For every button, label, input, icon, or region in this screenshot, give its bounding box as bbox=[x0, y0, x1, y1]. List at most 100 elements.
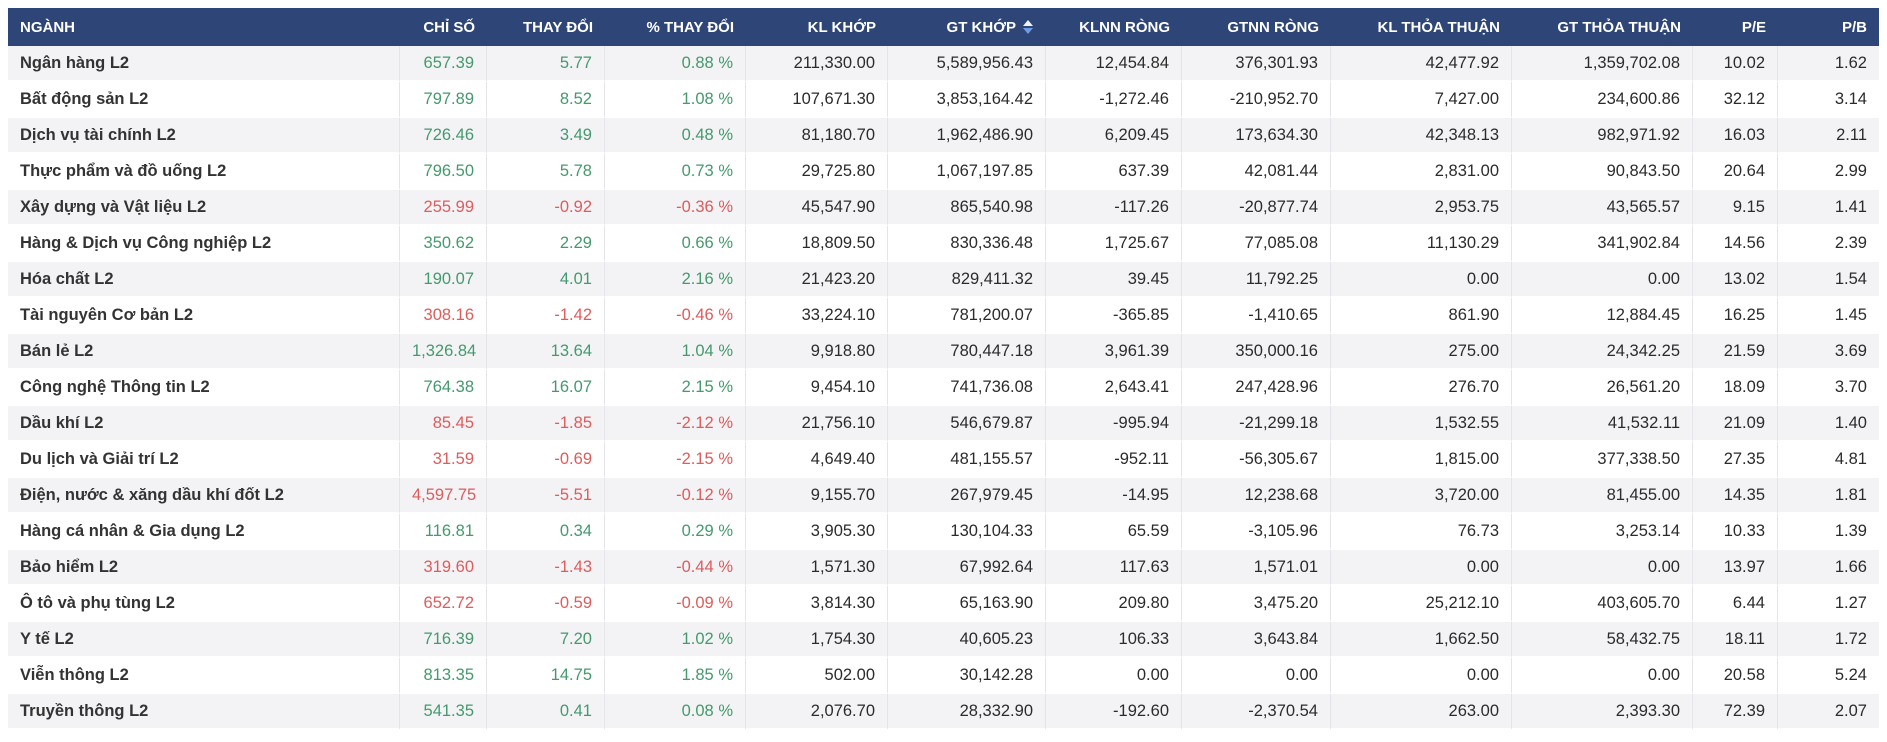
pe-cell: 14.35 bbox=[1693, 478, 1778, 514]
table-row[interactable]: Hàng & Dịch vụ Công nghiệp L2 350.62 2.29 0… bbox=[8, 226, 1879, 262]
pe-cell: 6.44 bbox=[1693, 586, 1778, 622]
table-row[interactable]: Xây dựng và Vật liệu L2 255.99 -0.92 -0.36 … bbox=[8, 190, 1879, 226]
thay_doi-cell: -0.92 bbox=[487, 190, 605, 226]
sector-name-cell: Dầu khí L2 bbox=[8, 406, 400, 442]
column-header-label: GTNN RÒNG bbox=[1227, 18, 1319, 36]
table-row[interactable]: Bán lẻ L2 1,326.84 13.64 1.04 % 9,918.80 780,… bbox=[8, 334, 1879, 370]
pct-cell: 0.66 % bbox=[605, 226, 746, 262]
pb-cell: 3.70 bbox=[1778, 370, 1879, 406]
gt_tt-cell: 377,338.50 bbox=[1512, 442, 1693, 478]
kl_tt-cell: 1,815.00 bbox=[1331, 442, 1512, 478]
pe-cell: 13.02 bbox=[1693, 262, 1778, 298]
kl_tt-cell: 263.00 bbox=[1331, 694, 1512, 730]
gtnn-cell: 350,000.16 bbox=[1182, 334, 1331, 370]
klnn-cell: 12,454.84 bbox=[1046, 46, 1182, 82]
kl_khop-cell: 211,330.00 bbox=[746, 46, 888, 82]
table-row[interactable]: Bất động sản L2 797.89 8.52 1.08 % 107,671.3… bbox=[8, 82, 1879, 118]
sector-name-cell: Truyền thông L2 bbox=[8, 694, 400, 730]
thay_doi-cell: 14.75 bbox=[487, 658, 605, 694]
column-header-kl_tt[interactable]: KL THỎA THUẬN bbox=[1331, 8, 1512, 46]
column-header-label: GT KHỚP bbox=[946, 18, 1016, 36]
sector-name-cell: Bảo hiểm L2 bbox=[8, 550, 400, 586]
gt_tt-cell: 3,253.14 bbox=[1512, 514, 1693, 550]
table-row[interactable]: Viễn thông L2 813.35 14.75 1.85 % 502.00 30,1… bbox=[8, 658, 1879, 694]
sector-name-cell: Công nghệ Thông tin L2 bbox=[8, 370, 400, 406]
pb-cell: 3.14 bbox=[1778, 82, 1879, 118]
kl_tt-cell: 0.00 bbox=[1331, 550, 1512, 586]
table-row[interactable]: Hàng cá nhân & Gia dụng L2 116.81 0.34 0.29… bbox=[8, 514, 1879, 550]
kl_khop-cell: 9,454.10 bbox=[746, 370, 888, 406]
column-header-label: GT THỎA THUẬN bbox=[1557, 18, 1681, 36]
kl_tt-cell: 76.73 bbox=[1331, 514, 1512, 550]
pct-cell: 0.48 % bbox=[605, 118, 746, 154]
column-header-gt_tt[interactable]: GT THỎA THUẬN bbox=[1512, 8, 1693, 46]
pct-cell: -0.12 % bbox=[605, 478, 746, 514]
column-header-kl_khop[interactable]: KL KHỚP bbox=[746, 8, 888, 46]
pe-cell: 10.02 bbox=[1693, 46, 1778, 82]
table-row[interactable]: Hóa chất L2 190.07 4.01 2.16 % 21,423.20 829,… bbox=[8, 262, 1879, 298]
chi_so-cell: 716.39 bbox=[400, 622, 487, 658]
table-row[interactable]: Tài nguyên Cơ bản L2 308.16 -1.42 -0.46 % 33… bbox=[8, 298, 1879, 334]
column-header-label: P/E bbox=[1741, 18, 1766, 36]
column-header-pb[interactable]: P/B bbox=[1778, 8, 1879, 46]
column-header-pe[interactable]: P/E bbox=[1693, 8, 1778, 46]
chi_so-cell: 319.60 bbox=[400, 550, 487, 586]
gt_khop-cell: 481,155.57 bbox=[888, 442, 1046, 478]
pe-cell: 21.09 bbox=[1693, 406, 1778, 442]
sector-name-cell: Hàng & Dịch vụ Công nghiệp L2 bbox=[8, 226, 400, 262]
table-row[interactable]: Ngân hàng L2 657.39 5.77 0.88 % 211,330.00 5,… bbox=[8, 46, 1879, 82]
pb-cell: 1.66 bbox=[1778, 550, 1879, 586]
column-header-klnn[interactable]: KLNN RÒNG bbox=[1046, 8, 1182, 46]
column-header-thay_doi[interactable]: THAY ĐỔI bbox=[487, 8, 605, 46]
gtnn-cell: 11,792.25 bbox=[1182, 262, 1331, 298]
gtnn-cell: 77,085.08 bbox=[1182, 226, 1331, 262]
column-header-label: KL KHỚP bbox=[807, 18, 876, 36]
table-row[interactable]: Điện, nước & xăng dầu khí đốt L2 4,597.75… bbox=[8, 478, 1879, 514]
klnn-cell: 39.45 bbox=[1046, 262, 1182, 298]
table-row[interactable]: Ô tô và phụ tùng L2 652.72 -0.59 -0.09 % 3,8… bbox=[8, 586, 1879, 622]
sort-down-triangle bbox=[1023, 28, 1033, 35]
table-row[interactable]: Du lịch và Giải trí L2 31.59 -0.69 -2.15 % 4… bbox=[8, 442, 1879, 478]
table-row[interactable]: Dịch vụ tài chính L2 726.46 3.49 0.48 % 81,1… bbox=[8, 118, 1879, 154]
gt_khop-cell: 1,962,486.90 bbox=[888, 118, 1046, 154]
column-header-gt_khop[interactable]: GT KHỚP bbox=[888, 8, 1046, 46]
table-row[interactable]: Y tế L2 716.39 7.20 1.02 % 1,754.30 40,605.23… bbox=[8, 622, 1879, 658]
thay_doi-cell: -1.43 bbox=[487, 550, 605, 586]
thay_doi-cell: -0.59 bbox=[487, 586, 605, 622]
table-row[interactable]: Công nghệ Thông tin L2 764.38 16.07 2.15 % 9… bbox=[8, 370, 1879, 406]
table-row[interactable]: Bảo hiểm L2 319.60 -1.43 -0.44 % 1,571.30 67,… bbox=[8, 550, 1879, 586]
gt_khop-cell: 546,679.87 bbox=[888, 406, 1046, 442]
thay_doi-cell: 13.64 bbox=[487, 334, 605, 370]
table-row[interactable]: Dầu khí L2 85.45 -1.85 -2.12 % 21,756.10 546,… bbox=[8, 406, 1879, 442]
column-header-chi_so[interactable]: CHỈ SỐ bbox=[400, 8, 487, 46]
chi_so-cell: 190.07 bbox=[400, 262, 487, 298]
chi_so-cell: 797.89 bbox=[400, 82, 487, 118]
kl_tt-cell: 0.00 bbox=[1331, 262, 1512, 298]
table-header: NGÀNH CHỈ SỐ THAY ĐỔI % THAY ĐỔI KL KHỚP GT K… bbox=[8, 8, 1879, 46]
kl_khop-cell: 21,756.10 bbox=[746, 406, 888, 442]
thay_doi-cell: -0.69 bbox=[487, 442, 605, 478]
thay_doi-cell: 7.20 bbox=[487, 622, 605, 658]
gt_tt-cell: 24,342.25 bbox=[1512, 334, 1693, 370]
column-header-gtnn[interactable]: GTNN RÒNG bbox=[1182, 8, 1331, 46]
pb-cell: 5.24 bbox=[1778, 658, 1879, 694]
sector-name-cell: Y tế L2 bbox=[8, 622, 400, 658]
column-header-pct[interactable]: % THAY ĐỔI bbox=[605, 8, 746, 46]
pe-cell: 13.97 bbox=[1693, 550, 1778, 586]
pct-cell: 1.04 % bbox=[605, 334, 746, 370]
gt_khop-cell: 865,540.98 bbox=[888, 190, 1046, 226]
sector-name-cell: Hàng cá nhân & Gia dụng L2 bbox=[8, 514, 400, 550]
pe-cell: 16.03 bbox=[1693, 118, 1778, 154]
column-header-label: % THAY ĐỔI bbox=[646, 18, 734, 36]
kl_tt-cell: 7,427.00 bbox=[1331, 82, 1512, 118]
table-row[interactable]: Thực phẩm và đồ uống L2 796.50 5.78 0.73 % 2… bbox=[8, 154, 1879, 190]
pe-cell: 21.59 bbox=[1693, 334, 1778, 370]
table-row[interactable]: Truyền thông L2 541.35 0.41 0.08 % 2,076.70 2… bbox=[8, 694, 1879, 730]
kl_tt-cell: 25,212.10 bbox=[1331, 586, 1512, 622]
kl_tt-cell: 861.90 bbox=[1331, 298, 1512, 334]
column-header-name[interactable]: NGÀNH bbox=[8, 8, 400, 46]
gt_tt-cell: 982,971.92 bbox=[1512, 118, 1693, 154]
chi_so-cell: 350.62 bbox=[400, 226, 487, 262]
chi_so-cell: 4,597.75 bbox=[400, 478, 487, 514]
chi_so-cell: 657.39 bbox=[400, 46, 487, 82]
